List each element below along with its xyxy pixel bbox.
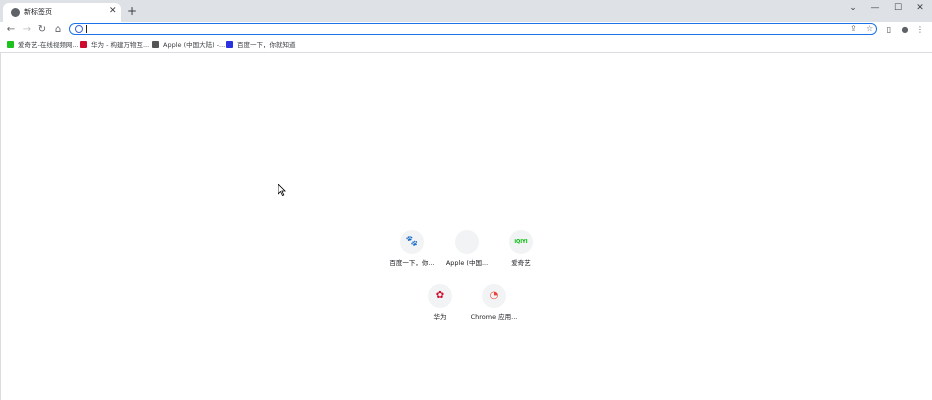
bookmark-iqiyi[interactable]: 爱奇艺-在线视频网... <box>7 40 79 50</box>
bookmark-baidu[interactable]: 百度一下，你就知道 <box>226 40 296 50</box>
back-button[interactable]: ← <box>4 22 18 37</box>
minimize-button[interactable]: — <box>864 0 886 16</box>
new-tab-button[interactable]: + <box>125 4 139 18</box>
baidu-icon <box>226 41 233 48</box>
baidu-paw-icon: 🐾 <box>405 236 419 247</box>
shortcut-label: 爱奇艺 <box>511 259 531 267</box>
mouse-pointer-icon <box>278 184 286 196</box>
apple-icon <box>152 41 159 48</box>
bookmark-label: Apple (中国大陆) -... <box>163 41 226 49</box>
shortcut-iqiyi[interactable]: iQIYI 爱奇艺 <box>493 230 549 278</box>
shortcut-icon-circle: iQIYI <box>509 230 533 254</box>
shortcut-apple[interactable]: Apple (中国... <box>439 230 495 278</box>
tab-title: 新标签页 <box>24 8 52 16</box>
home-button[interactable]: ⌂ <box>51 22 65 37</box>
huawei-icon <box>80 41 87 48</box>
bookmark-apple[interactable]: Apple (中国大陆) -... <box>152 40 225 50</box>
bookmark-label: 华为 - 构建万物互... <box>91 41 150 49</box>
reload-button[interactable]: ↻ <box>35 22 49 37</box>
iqiyi-icon <box>7 41 14 48</box>
bookmark-label: 百度一下，你就知道 <box>237 41 296 49</box>
side-panel-icon[interactable]: ▯ <box>883 24 895 35</box>
forward-button[interactable]: → <box>20 22 34 37</box>
tab-new-tab[interactable]: 新标签页 ✕ <box>3 3 121 22</box>
chrome-webstore-icon: ◔ <box>489 290 499 301</box>
address-bar[interactable]: ⇪ ☆ <box>69 23 877 35</box>
shortcut-icon-circle: ✿ <box>428 284 452 308</box>
title-bar: 新标签页 ✕ + ⌄ — ☐ ✕ <box>0 0 932 22</box>
bookmarks-bar: 爱奇艺-在线视频网... 华为 - 构建万物互... Apple (中国大陆) … <box>0 38 932 53</box>
share-icon[interactable]: ⇪ <box>850 24 857 34</box>
tab-close-icon[interactable]: ✕ <box>109 6 117 17</box>
close-window-button[interactable]: ✕ <box>909 0 931 16</box>
shortcut-icon-circle: ◔ <box>482 284 506 308</box>
profile-avatar-icon[interactable]: ● <box>899 24 911 35</box>
bookmark-label: 爱奇艺-在线视频网... <box>18 41 79 49</box>
shortcut-icon-circle: 🐾 <box>400 230 424 254</box>
shortcut-label: Chrome 应用... <box>470 313 518 321</box>
chrome-favicon-icon <box>11 8 20 17</box>
apple-logo-icon <box>455 230 479 254</box>
tab-search-icon[interactable]: ⌄ <box>842 0 864 16</box>
shortcut-chrome-apps[interactable]: ◔ Chrome 应用... <box>466 284 522 332</box>
huawei-logo-icon: ✿ <box>435 290 445 301</box>
bookmark-star-icon[interactable]: ☆ <box>866 24 873 34</box>
shortcut-huawei[interactable]: ✿ 华为 <box>412 284 468 332</box>
menu-kebab-icon[interactable]: ⋮ <box>914 24 926 35</box>
iqiyi-logo-icon: iQIYI <box>514 239 528 245</box>
new-tab-page: 🐾 百度一下，你... Apple (中国... iQIYI 爱奇艺 ✿ 华为 … <box>0 53 932 400</box>
text-caret <box>86 25 87 33</box>
baidu-search-engine-icon <box>75 25 83 33</box>
address-input[interactable] <box>90 24 850 33</box>
bookmark-huawei[interactable]: 华为 - 构建万物互... <box>80 40 149 50</box>
maximize-button[interactable]: ☐ <box>887 0 909 16</box>
shortcut-icon-circle <box>455 230 479 254</box>
shortcut-baidu[interactable]: 🐾 百度一下，你... <box>384 230 440 278</box>
